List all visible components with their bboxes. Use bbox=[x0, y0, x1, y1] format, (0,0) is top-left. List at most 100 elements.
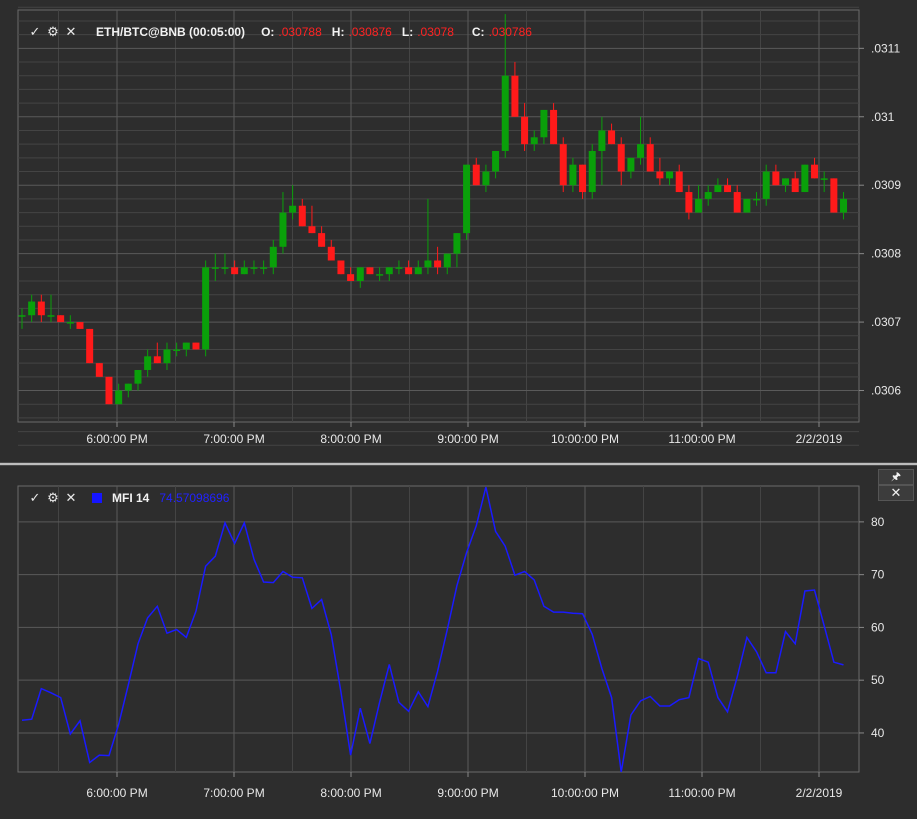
y-tick-label: 60 bbox=[871, 620, 885, 634]
candle-body bbox=[550, 109, 558, 145]
candle-body bbox=[221, 267, 229, 269]
candle-body bbox=[95, 363, 103, 377]
candle-body bbox=[76, 322, 84, 329]
check-icon[interactable]: ✓ bbox=[28, 24, 42, 40]
mfi-legend: ✓ ⚙ ✕ MFI 14 74.57098696 bbox=[28, 490, 230, 506]
candle-body bbox=[385, 267, 393, 275]
candle-body bbox=[559, 144, 567, 186]
x-tick-label: 11:00:00 PM bbox=[668, 432, 735, 446]
candle-body bbox=[28, 301, 36, 316]
open-label: O: bbox=[261, 25, 275, 39]
x-tick-label: 7:00:00 PM bbox=[203, 786, 264, 800]
candle-body bbox=[492, 150, 500, 172]
mfi-label: MFI 14 bbox=[112, 491, 150, 505]
x-tick-label: 6:00:00 PM bbox=[86, 786, 147, 800]
mfi-line-chart[interactable]: 6:00:00 PM 7:00:00 PM 8:00:00 PM 9:00:00 PM… bbox=[0, 466, 917, 819]
candle-body bbox=[182, 342, 190, 350]
candle-body bbox=[569, 164, 577, 186]
candle-body bbox=[318, 233, 326, 247]
candle-body bbox=[482, 171, 490, 186]
candle-body bbox=[298, 205, 306, 227]
x-tick-label: 9:00:00 PM bbox=[437, 432, 498, 446]
candle-body bbox=[724, 185, 732, 193]
x-tick-label: 8:00:00 PM bbox=[320, 432, 381, 446]
price-pane[interactable]: 6:00:00 PM 7:00:00 PM 8:00:00 PM 9:00:00 PM… bbox=[0, 0, 917, 462]
x-tick-label: 9:00:00 PM bbox=[437, 786, 498, 800]
candle-body bbox=[327, 246, 335, 261]
candle-body bbox=[811, 164, 819, 179]
candle-body bbox=[443, 253, 451, 268]
y-tick-label: 50 bbox=[871, 673, 885, 687]
mfi-pane[interactable]: 6:00:00 PM 7:00:00 PM 8:00:00 PM 9:00:00 PM… bbox=[0, 466, 917, 819]
candle-body bbox=[240, 267, 248, 275]
open-value: .030788 bbox=[278, 25, 322, 39]
x-tick-label: 6:00:00 PM bbox=[86, 432, 147, 446]
candle-body bbox=[463, 164, 471, 234]
x-tick-label: 11:00:00 PM bbox=[668, 786, 735, 800]
candle-body bbox=[695, 198, 703, 213]
candle-body bbox=[414, 267, 422, 275]
y-tick-label: .0308 bbox=[871, 247, 901, 261]
candle-body bbox=[231, 267, 239, 275]
pane-close-button[interactable]: ✕ bbox=[878, 485, 914, 501]
candle-body bbox=[163, 349, 171, 364]
y-tick-label: .0306 bbox=[871, 384, 901, 398]
candle-body bbox=[801, 164, 809, 193]
candle-body bbox=[530, 137, 538, 145]
candle-body bbox=[47, 315, 55, 317]
candle-body bbox=[743, 198, 751, 213]
candle-body bbox=[395, 267, 403, 269]
check-icon[interactable]: ✓ bbox=[28, 490, 42, 506]
candle-body bbox=[366, 267, 374, 275]
candle-body bbox=[57, 315, 65, 323]
candle-body bbox=[124, 383, 132, 391]
splitter-line bbox=[0, 463, 917, 465]
candle-body bbox=[279, 212, 287, 247]
close-label: C: bbox=[471, 25, 485, 39]
candle-body bbox=[617, 144, 625, 172]
candle-body bbox=[675, 171, 683, 193]
x-tick-label: 7:00:00 PM bbox=[203, 432, 264, 446]
candle-body bbox=[608, 130, 616, 145]
candle-body bbox=[308, 226, 316, 234]
y-tick-label: .0309 bbox=[871, 178, 901, 192]
candle-body bbox=[134, 369, 142, 384]
candle-body bbox=[153, 356, 161, 364]
candlestick-chart[interactable]: 6:00:00 PM 7:00:00 PM 8:00:00 PM 9:00:00 PM… bbox=[0, 0, 917, 462]
candle-body bbox=[753, 198, 761, 201]
candle-body bbox=[18, 315, 26, 317]
mfi-value: 74.57098696 bbox=[159, 491, 230, 505]
candle-body bbox=[105, 376, 113, 405]
close-icon[interactable]: ✕ bbox=[64, 24, 78, 40]
y-tick-label: 70 bbox=[871, 568, 885, 582]
candle-body bbox=[598, 130, 606, 151]
candle-body bbox=[820, 178, 828, 180]
gear-icon[interactable]: ⚙ bbox=[46, 24, 60, 40]
candle-body bbox=[656, 171, 664, 179]
candle-body bbox=[762, 171, 770, 199]
candle-body bbox=[782, 178, 790, 186]
candle-body bbox=[521, 116, 529, 145]
candle-body bbox=[733, 192, 741, 213]
y-tick-label: .0311 bbox=[871, 41, 900, 55]
candle-body bbox=[501, 75, 509, 151]
candle-body bbox=[434, 260, 442, 268]
high-value: .030876 bbox=[348, 25, 392, 39]
candle-body bbox=[637, 144, 645, 158]
candle-body bbox=[269, 246, 277, 268]
candle-body bbox=[86, 328, 94, 364]
x-tick-label: 8:00:00 PM bbox=[320, 786, 381, 800]
candle-body bbox=[472, 164, 480, 186]
candle-body bbox=[791, 178, 799, 193]
pin-icon[interactable]: 🖈 bbox=[878, 469, 914, 485]
x-tick-label: 10:00:00 PM bbox=[551, 432, 619, 446]
candle-body bbox=[173, 349, 181, 351]
candle-body bbox=[289, 205, 297, 213]
candle-body bbox=[646, 144, 654, 172]
low-label: L: bbox=[401, 25, 414, 39]
low-value: .03078 bbox=[417, 25, 454, 39]
gear-icon[interactable]: ⚙ bbox=[46, 490, 60, 506]
price-legend: ✓ ⚙ ✕ ETH/BTC@BNB (00:05:00) O: .030788 … bbox=[28, 24, 532, 40]
close-icon[interactable]: ✕ bbox=[64, 490, 78, 506]
x-tick-label: 10:00:00 PM bbox=[551, 786, 619, 800]
